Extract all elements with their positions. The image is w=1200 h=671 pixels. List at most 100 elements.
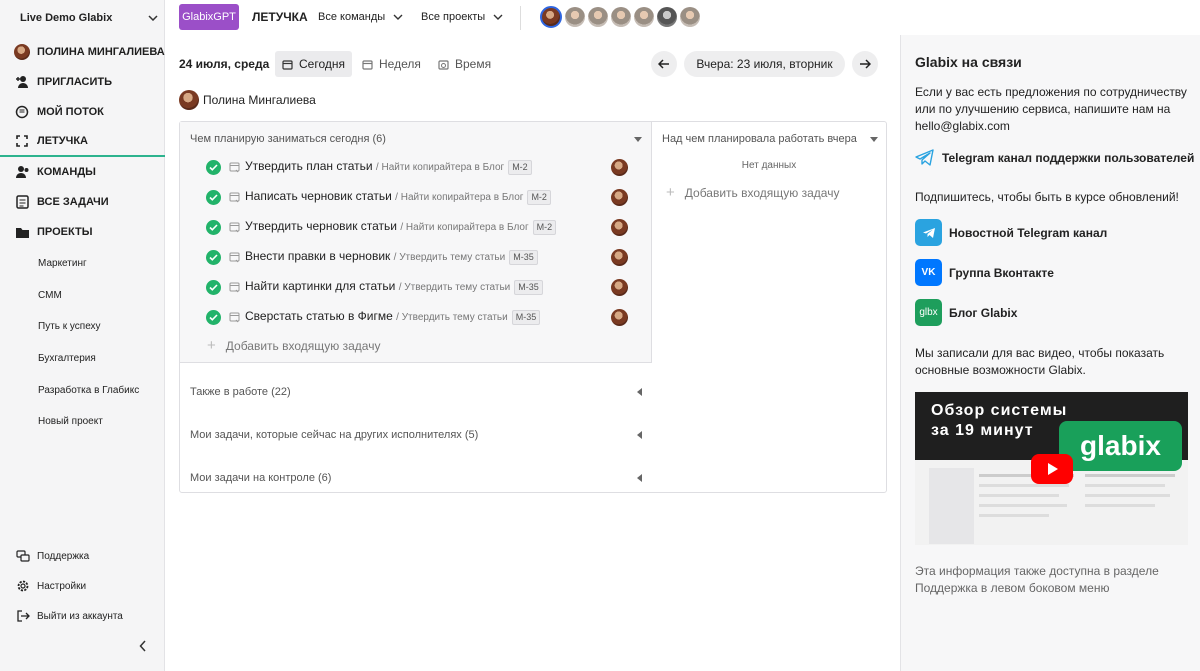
task-row[interactable]: Внести правки в черновик / Утвердить тем… bbox=[180, 242, 652, 272]
chat-icon bbox=[14, 104, 30, 120]
team-member-avatar[interactable] bbox=[657, 7, 677, 27]
task-parent[interactable]: / Утвердить тему статьи bbox=[399, 282, 511, 293]
task-parent[interactable]: / Найти копирайтера в Блог bbox=[400, 222, 528, 233]
sidebar-item-stream[interactable]: МОЙ ПОТОК bbox=[0, 97, 165, 127]
glabix-gpt-button[interactable]: GlabixGPT bbox=[179, 4, 239, 30]
team-member-avatar[interactable] bbox=[588, 7, 608, 27]
workspace-switcher[interactable]: Live Demo Glabix bbox=[20, 11, 158, 25]
check-icon[interactable] bbox=[206, 249, 221, 265]
panel-note: Эта информация также доступна в разделе … bbox=[915, 564, 1159, 595]
sidebar-item-all-tasks[interactable]: ВСЕ ЗАДАЧИ bbox=[0, 187, 165, 217]
section-also-in-progress[interactable]: Также в работе (22) bbox=[190, 386, 642, 398]
tab-week[interactable]: Неделя bbox=[355, 51, 428, 77]
vk-group-link[interactable]: VK Группа Вконтакте bbox=[915, 259, 1054, 286]
team-member-avatar[interactable] bbox=[540, 6, 562, 28]
assignee-avatar[interactable] bbox=[611, 188, 628, 206]
task-title[interactable]: Утвердить план статьи bbox=[245, 159, 373, 173]
telegram-support-link[interactable]: Telegram канал поддержки пользователей bbox=[915, 149, 1194, 166]
task-row[interactable]: Утвердить план статьи / Найти копирайтер… bbox=[180, 152, 652, 182]
section-title: Также в работе (22) bbox=[190, 386, 291, 398]
telegram-news-link[interactable]: Новостной Telegram канал bbox=[915, 219, 1107, 246]
check-icon[interactable] bbox=[206, 219, 221, 235]
sidebar-item-label: КОМАНДЫ bbox=[37, 166, 96, 178]
section-on-control[interactable]: Мои задачи на контроле (6) bbox=[190, 472, 642, 484]
projects-filter-dropdown[interactable]: Все проекты bbox=[421, 11, 503, 23]
task-title[interactable]: Утвердить черновик статьи bbox=[245, 219, 397, 233]
folder-icon bbox=[14, 224, 30, 240]
support-link[interactable]: Поддержка bbox=[16, 549, 89, 563]
sidebar-item-projects[interactable]: ПРОЕКТЫ bbox=[0, 217, 165, 247]
logout-link[interactable]: Выйти из аккаунта bbox=[16, 609, 123, 623]
project-item[interactable]: Бухгалтерия bbox=[38, 353, 96, 364]
assignee-avatar[interactable] bbox=[611, 278, 628, 296]
teams-filter-dropdown[interactable]: Все команды bbox=[318, 11, 403, 23]
project-item[interactable]: СММ bbox=[38, 290, 62, 301]
blog-link[interactable]: glbx Блог Glabix bbox=[915, 299, 1017, 326]
task-row[interactable]: Утвердить черновик статьи / Найти копира… bbox=[180, 212, 652, 242]
assignee-avatar[interactable] bbox=[611, 248, 628, 266]
user-name: Полина Мингалиева bbox=[203, 93, 316, 107]
task-parent[interactable]: / Найти копирайтера в Блог bbox=[395, 192, 523, 203]
yesterday-column-header[interactable]: Над чем планировала работать вчера bbox=[662, 133, 878, 145]
check-icon[interactable] bbox=[206, 159, 221, 175]
sidebar: Live Demo Glabix ПОЛИНА МИНГАЛИЕВА ПРИГЛ… bbox=[0, 0, 165, 671]
sidebar-item-standup[interactable]: ЛЕТУЧКА bbox=[0, 127, 165, 157]
task-title[interactable]: Сверстать статью в Фигме bbox=[245, 309, 393, 323]
telegram-icon bbox=[915, 149, 934, 166]
team-member-avatar[interactable] bbox=[611, 7, 631, 27]
collapse-sidebar-icon[interactable] bbox=[139, 640, 147, 652]
project-item[interactable]: Путь к успеху bbox=[38, 321, 101, 332]
tab-time[interactable]: Время bbox=[431, 51, 498, 77]
project-item[interactable]: Разработка в Глабикс bbox=[38, 385, 139, 396]
project-item[interactable]: Новый проект bbox=[38, 416, 103, 427]
today-column-header[interactable]: Чем планирую заниматься сегодня (6) bbox=[190, 133, 642, 145]
calendar-icon bbox=[362, 59, 373, 70]
app-root: Live Demo Glabix ПОЛИНА МИНГАЛИЕВА ПРИГЛ… bbox=[0, 0, 1200, 671]
check-icon[interactable] bbox=[206, 189, 221, 205]
next-day-button[interactable] bbox=[852, 51, 878, 77]
check-icon[interactable] bbox=[206, 279, 221, 295]
task-parent[interactable]: / Утвердить тему статьи bbox=[394, 252, 506, 263]
team-member-avatar[interactable] bbox=[565, 7, 585, 27]
sidebar-item-invite[interactable]: ПРИГЛАСИТЬ bbox=[0, 67, 165, 97]
task-row[interactable]: Написать черновик статьи / Найти копирай… bbox=[180, 182, 652, 212]
team-icon bbox=[14, 164, 30, 180]
team-member-avatar[interactable] bbox=[634, 7, 654, 27]
sidebar-item-teams[interactable]: КОМАНДЫ bbox=[0, 157, 165, 187]
check-icon[interactable] bbox=[206, 309, 221, 325]
assignee-avatar[interactable] bbox=[611, 158, 628, 176]
prev-day-button[interactable] bbox=[651, 51, 677, 77]
project-item[interactable]: Маркетинг bbox=[38, 258, 87, 269]
sidebar-item-profile[interactable]: ПОЛИНА МИНГАЛИЕВА bbox=[0, 37, 165, 67]
task-row[interactable]: Сверстать статью в Фигме / Утвердить тем… bbox=[180, 302, 652, 332]
assignee-avatar[interactable] bbox=[611, 218, 628, 236]
tab-today[interactable]: Сегодня bbox=[275, 51, 352, 77]
add-task-button[interactable]: + Добавить входящую задачу bbox=[207, 338, 380, 353]
standup-board: Чем планирую заниматься сегодня (6) Утве… bbox=[179, 121, 887, 493]
task-code-badge: М-2 bbox=[532, 220, 557, 235]
column-title: Над чем планировала работать вчера bbox=[662, 133, 857, 145]
play-icon[interactable] bbox=[1031, 454, 1073, 484]
settings-link[interactable]: Настройки bbox=[16, 579, 86, 593]
task-code-badge: М-2 bbox=[508, 160, 532, 175]
assignee-avatar[interactable] bbox=[611, 308, 628, 326]
task-title[interactable]: Внести правки в черновик bbox=[245, 249, 390, 263]
link-label: Блог Glabix bbox=[949, 305, 1018, 320]
tab-label: Время bbox=[455, 57, 492, 71]
task-title[interactable]: Написать черновик статьи bbox=[245, 189, 392, 203]
task-parent[interactable]: / Найти копирайтера в Блог bbox=[376, 162, 504, 173]
caret-left-icon bbox=[637, 431, 642, 439]
telegram-support-label: Telegram канал поддержки пользователей bbox=[942, 150, 1195, 165]
telegram-icon bbox=[915, 219, 942, 246]
email-link[interactable]: hello@glabix.com bbox=[915, 119, 1010, 133]
video-thumbnail[interactable]: Обзор системы за 19 минут glabix bbox=[915, 392, 1188, 545]
add-task-button[interactable]: + Добавить входящую задачу bbox=[666, 185, 839, 200]
team-member-avatar[interactable] bbox=[680, 7, 700, 27]
task-title[interactable]: Найти картинки для статьи bbox=[245, 279, 395, 293]
vk-icon: VK bbox=[915, 259, 942, 286]
avatar bbox=[179, 90, 199, 110]
task-parent[interactable]: / Утвердить тему статьи bbox=[396, 312, 508, 323]
section-delegated[interactable]: Мои задачи, которые сейчас на других исп… bbox=[190, 429, 642, 441]
task-row[interactable]: Найти картинки для статьи / Утвердить те… bbox=[180, 272, 652, 302]
yesterday-selector[interactable]: Вчера: 23 июля, вторник bbox=[684, 51, 845, 77]
